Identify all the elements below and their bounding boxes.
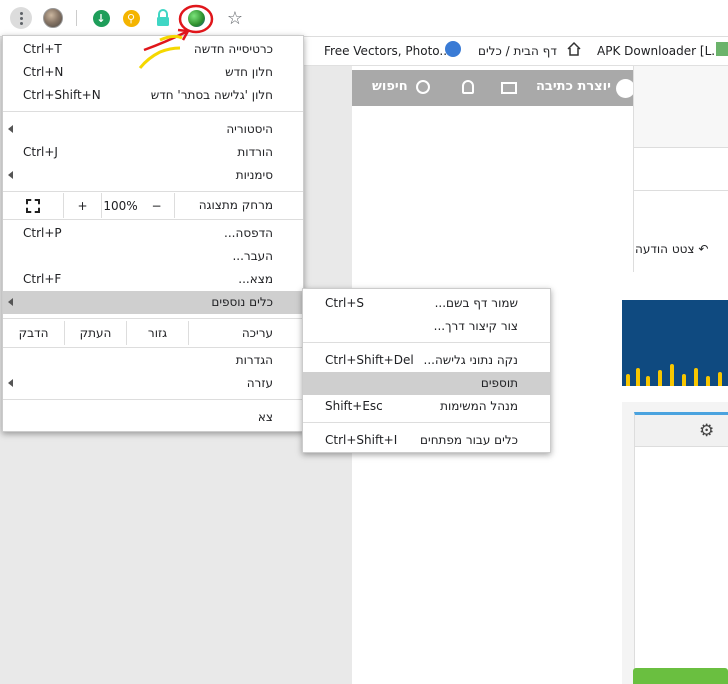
edit-label: עריכה xyxy=(241,326,273,340)
menu-separator xyxy=(3,347,303,348)
menu-item-exit[interactable]: צא xyxy=(3,406,303,429)
submenu-item-clear-data[interactable]: נקה נתוני גלישה... Ctrl+Shift+Del xyxy=(303,349,550,372)
toolbar-separator xyxy=(76,10,77,26)
submenu-item-dev-tools[interactable]: כלים עבור מפתחים Ctrl+Shift+I xyxy=(303,429,550,452)
zoom-label: מרחק מתצוגה xyxy=(198,198,273,212)
menu-item-settings[interactable]: הגדרות xyxy=(3,349,303,372)
submenu-arrow-icon xyxy=(8,379,13,387)
submenu-arrow-icon xyxy=(8,171,13,179)
search-extension-icon[interactable]: ⚲ xyxy=(121,8,141,28)
menu-separator xyxy=(303,342,550,343)
green-extension-icon[interactable]: ↓ xyxy=(91,8,111,28)
chrome-main-menu: כרטיסייה חדשה Ctrl+T חלון חדש Ctrl+N חלו… xyxy=(2,35,304,432)
site-header-bar: חיפוש יוצרת כתיבה xyxy=(352,70,638,106)
menu-separator xyxy=(303,422,550,423)
menu-item-new-window[interactable]: חלון חדש Ctrl+N xyxy=(3,61,303,84)
menu-separator xyxy=(3,191,303,192)
menu-item-help[interactable]: עזרה xyxy=(3,372,303,395)
quote-label: צטט הודעה xyxy=(635,242,695,256)
copy-button[interactable]: העתק xyxy=(65,321,127,345)
menu-separator xyxy=(3,111,303,112)
submenu-item-extensions[interactable]: תוספים xyxy=(303,372,550,395)
gear-icon[interactable]: ⚙ xyxy=(699,421,714,441)
menu-separator xyxy=(3,219,303,220)
menu-zoom-row: + 100% − מרחק מתצוגה xyxy=(3,193,303,218)
menu-item-more-tools[interactable]: כלים נוספים xyxy=(3,291,303,314)
menu-item-new-tab[interactable]: כרטיסייה חדשה Ctrl+T xyxy=(3,38,303,61)
quick-reply-button[interactable] xyxy=(633,668,728,684)
submenu-arrow-icon xyxy=(8,125,13,133)
menu-edit-row: הדבק העתק גזור עריכה xyxy=(3,321,303,345)
more-tools-submenu: שמור דף בשם... Ctrl+S צור קיצור דרך... נ… xyxy=(302,288,551,453)
bookmarks-bar: Free Vectors, Photo... דף הבית / כלים AP… xyxy=(304,37,728,66)
menu-item-find[interactable]: מצא... Ctrl+F xyxy=(3,268,303,291)
ad-banner[interactable] xyxy=(622,300,728,386)
menu-item-history[interactable]: היסטוריה xyxy=(3,118,303,141)
zoom-out-button[interactable]: − xyxy=(139,193,175,218)
menu-separator xyxy=(3,399,303,400)
bookmark-star-icon[interactable]: ☆ xyxy=(225,8,245,29)
site-write-label[interactable]: יוצרת כתיבה xyxy=(536,79,611,94)
site-search-label[interactable]: חיפוש xyxy=(372,79,408,94)
bookmark-free-vectors[interactable]: Free Vectors, Photo... xyxy=(324,44,451,58)
quote-post-button[interactable]: צטט הודעה ↶ xyxy=(635,242,708,256)
chrome-menu-icon[interactable] xyxy=(10,7,32,29)
bookmark-home-tools[interactable]: דף הבית / כלים xyxy=(478,44,557,58)
lock-extension-icon[interactable] xyxy=(153,8,173,28)
menu-separator xyxy=(3,318,303,319)
menu-item-print[interactable]: הדפסה... Ctrl+P xyxy=(3,222,303,245)
submenu-item-create-shortcut[interactable]: צור קיצור דרך... xyxy=(303,315,550,338)
menu-item-downloads[interactable]: הורדות Ctrl+J xyxy=(3,141,303,164)
bell-icon[interactable] xyxy=(462,80,474,94)
bookmark-apk-downloader[interactable]: APK Downloader [L... xyxy=(597,44,723,58)
submenu-arrow-icon xyxy=(8,298,13,306)
cut-button[interactable]: גזור xyxy=(127,321,189,345)
profile-avatar[interactable] xyxy=(43,8,63,28)
submenu-item-save-page[interactable]: שמור דף בשם... Ctrl+S xyxy=(303,292,550,315)
divider xyxy=(633,190,728,191)
submenu-item-task-manager[interactable]: מנהל המשימות Shift+Esc xyxy=(303,395,550,418)
paste-button[interactable]: הדבק xyxy=(3,321,65,345)
zoom-value: 100% xyxy=(103,198,138,213)
reply-arrow-icon: ↶ xyxy=(698,242,709,256)
globe-extension-icon[interactable] xyxy=(186,8,206,28)
browser-toolbar: ↓ ⚲ ☆ xyxy=(0,0,728,37)
zoom-in-button[interactable]: + xyxy=(64,193,102,218)
menu-item-incognito[interactable]: חלון 'גלישה בסתר' חדש Ctrl+Shift+N xyxy=(3,84,303,107)
mail-icon[interactable] xyxy=(501,82,517,94)
post-card xyxy=(633,66,728,148)
widget-panel xyxy=(634,412,728,684)
fullscreen-button[interactable] xyxy=(3,193,64,218)
menu-item-cast[interactable]: העבר... xyxy=(3,245,303,268)
search-icon[interactable] xyxy=(416,80,430,94)
home-icon xyxy=(566,41,582,57)
fullscreen-icon xyxy=(26,198,40,213)
bookmark-image-icon xyxy=(716,42,728,56)
bookmark-icon xyxy=(445,41,461,57)
menu-item-bookmarks[interactable]: סימניות xyxy=(3,164,303,187)
